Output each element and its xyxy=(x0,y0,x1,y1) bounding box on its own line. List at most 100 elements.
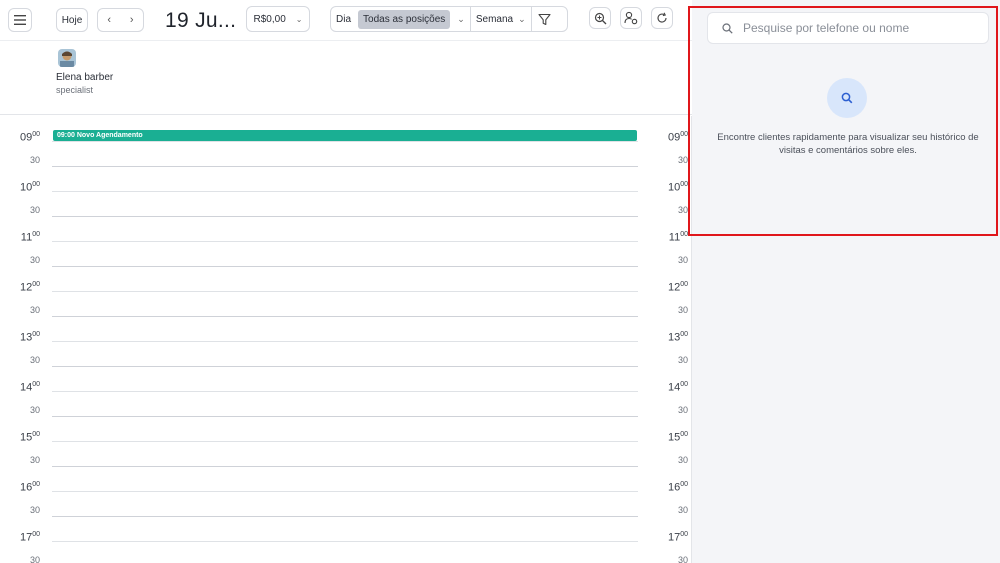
time-label-right: 1500 xyxy=(667,431,688,444)
time-label-right: 1600 xyxy=(667,481,688,494)
time-slot-half[interactable]: 30 30 xyxy=(0,391,692,416)
time-label-right: 1200 xyxy=(667,281,688,294)
time-slot-half[interactable]: 30 30 xyxy=(0,191,692,216)
today-button[interactable]: Hoje xyxy=(56,8,88,32)
time-slot-half[interactable]: 30 30 xyxy=(0,541,692,563)
date-title[interactable]: 19 Ju... xyxy=(165,8,236,34)
half-hour-label-right: 30 xyxy=(677,555,688,563)
zoom-button[interactable] xyxy=(589,7,611,29)
time-label-left: 1300 xyxy=(19,331,40,344)
grid-line xyxy=(52,516,638,517)
grid-line xyxy=(52,541,638,542)
time-slot-hour[interactable]: 1300 1300 xyxy=(0,316,692,344)
time-slot-half[interactable]: 30 30 xyxy=(0,291,692,316)
time-label-left: 1100 xyxy=(20,231,40,244)
view-week-label: Semana xyxy=(475,13,514,25)
half-hour-label-left: 30 xyxy=(29,155,40,165)
time-label-left: 1000 xyxy=(19,181,40,194)
filter-icon xyxy=(538,13,551,25)
half-hour-label-right: 30 xyxy=(677,305,688,315)
half-hour-label-left: 30 xyxy=(29,555,40,563)
time-label-left: 1700 xyxy=(19,531,40,544)
time-slot-half[interactable]: 30 30 xyxy=(0,491,692,516)
menu-button[interactable] xyxy=(8,8,32,32)
time-label-right: 1700 xyxy=(667,531,688,544)
prev-button[interactable]: ‹ xyxy=(98,9,121,31)
time-slot-half[interactable]: 30 30 xyxy=(0,441,692,466)
positions-filter[interactable]: Todas as posições xyxy=(358,9,451,29)
grid-line xyxy=(52,291,638,292)
half-hour-label-right: 30 xyxy=(677,355,688,365)
grid-line xyxy=(52,316,638,317)
grid-line xyxy=(52,466,638,467)
grid-line xyxy=(52,491,638,492)
time-label-left: 1200 xyxy=(19,281,40,294)
user-settings-icon xyxy=(624,11,638,25)
staff-role: specialist xyxy=(56,85,94,95)
time-slot-hour[interactable]: 1500 1500 xyxy=(0,416,692,444)
refresh-button[interactable] xyxy=(651,7,673,29)
toolbar: Hoje ‹ › 19 Ju... R$0,00 ⌄ Dia Todas as … xyxy=(0,0,692,40)
half-hour-label-right: 30 xyxy=(677,205,688,215)
time-slot-hour[interactable]: 1400 1400 xyxy=(0,366,692,394)
next-button[interactable]: › xyxy=(121,9,144,31)
half-hour-label-right: 30 xyxy=(677,505,688,515)
time-label-left: 0900 xyxy=(19,131,40,144)
time-slot-half[interactable]: 30 30 xyxy=(0,341,692,366)
view-switcher: Dia Todas as posições ⌄ Semana ⌄ xyxy=(330,6,568,32)
grid-line xyxy=(52,191,638,192)
staff-settings-button[interactable] xyxy=(620,7,642,29)
half-hour-label-right: 30 xyxy=(677,405,688,415)
view-day-tab[interactable]: Dia xyxy=(331,7,356,31)
time-slot-hour[interactable]: 1000 1000 xyxy=(0,166,692,194)
time-label-right: 1400 xyxy=(667,381,688,394)
half-hour-label-left: 30 xyxy=(29,355,40,365)
half-hour-label-left: 30 xyxy=(29,305,40,315)
time-label-left: 1400 xyxy=(19,381,40,394)
chevron-down-icon: ⌄ xyxy=(295,14,303,24)
grid-line xyxy=(52,266,638,267)
grid-line xyxy=(52,391,638,392)
staff-header: Elena barber specialist xyxy=(0,40,692,115)
positions-dropdown[interactable]: ⌄ xyxy=(452,7,470,31)
time-label-right: 1000 xyxy=(667,181,688,194)
grid-line xyxy=(52,141,638,142)
chevron-down-icon: ⌄ xyxy=(518,13,526,24)
time-slot-hour[interactable]: 1100 1100 xyxy=(0,216,692,244)
time-label-right: 1300 xyxy=(667,331,688,344)
hamburger-icon xyxy=(14,15,26,25)
view-week-tab[interactable]: Semana ⌄ xyxy=(469,7,531,31)
time-label-left: 1500 xyxy=(19,431,40,444)
avatar[interactable] xyxy=(58,49,76,67)
zoom-in-icon xyxy=(594,12,606,24)
date-nav: ‹ › xyxy=(97,8,144,32)
half-hour-label-left: 30 xyxy=(29,205,40,215)
time-slot-hour[interactable]: 1600 1600 xyxy=(0,466,692,494)
time-label-left: 1600 xyxy=(19,481,40,494)
grid-line xyxy=(52,216,638,217)
revenue-dropdown[interactable]: R$0,00 ⌄ xyxy=(246,6,310,32)
grid-line xyxy=(52,341,638,342)
filter-button[interactable] xyxy=(530,7,557,31)
time-label-right: 1100 xyxy=(668,231,688,244)
time-slot-half[interactable]: 30 30 xyxy=(0,141,692,166)
time-label-right: 0900 xyxy=(667,131,688,144)
staff-name[interactable]: Elena barber xyxy=(56,72,113,83)
half-hour-label-left: 30 xyxy=(29,505,40,515)
appointment-event[interactable]: 09:00 Novo Agendamento xyxy=(53,130,637,141)
revenue-value: R$0,00 xyxy=(253,13,286,25)
grid-line xyxy=(52,416,638,417)
grid-line xyxy=(52,441,638,442)
grid-line xyxy=(52,241,638,242)
time-slot-hour[interactable]: 1200 1200 xyxy=(0,266,692,294)
highlight-frame xyxy=(688,6,998,236)
time-slot-half[interactable]: 30 30 xyxy=(0,241,692,266)
half-hour-label-right: 30 xyxy=(677,155,688,165)
half-hour-label-left: 30 xyxy=(29,405,40,415)
calendar-grid[interactable]: 30 30 1700 1700 30 30 1600 1600 30 30 1500 1500 30 30… xyxy=(0,116,692,563)
staff-avatar-image xyxy=(58,49,76,67)
half-hour-label-left: 30 xyxy=(29,455,40,465)
refresh-icon xyxy=(657,12,667,23)
time-slot-hour[interactable]: 1700 1700 xyxy=(0,516,692,544)
half-hour-label-right: 30 xyxy=(677,455,688,465)
